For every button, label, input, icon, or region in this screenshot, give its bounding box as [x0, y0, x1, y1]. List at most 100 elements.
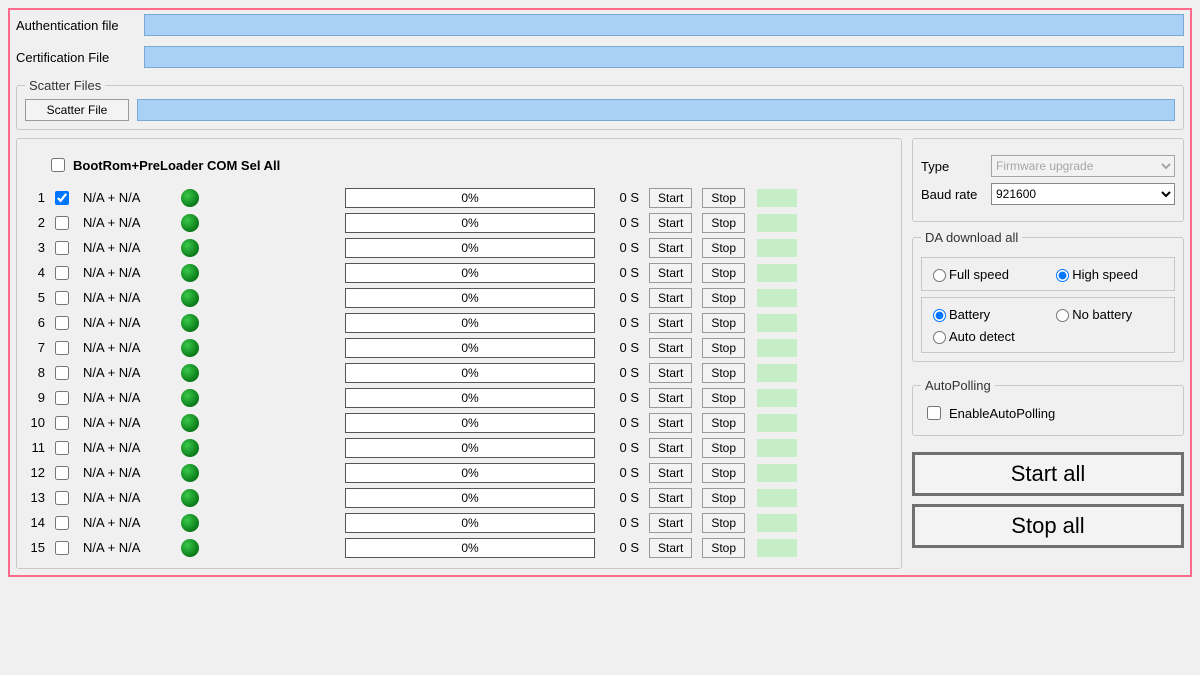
status-box [757, 189, 797, 207]
port-index: 8 [25, 365, 45, 380]
auto-detect-radio[interactable]: Auto detect [928, 328, 1168, 344]
select-all-label: BootRom+PreLoader COM Sel All [73, 158, 280, 173]
scatter-legend: Scatter Files [25, 78, 105, 93]
port-label: N/A + N/A [83, 340, 171, 355]
stop-button[interactable]: Stop [702, 438, 745, 458]
port-row: 1N/A + N/A0%0 SStartStop [25, 185, 893, 210]
port-row: 6N/A + N/A0%0 SStartStop [25, 310, 893, 335]
no-battery-radio[interactable]: No battery [1051, 306, 1166, 322]
port-checkbox[interactable] [55, 291, 69, 305]
stop-button[interactable]: Stop [702, 188, 745, 208]
stop-button[interactable]: Stop [702, 213, 745, 233]
stop-button[interactable]: Stop [702, 238, 745, 258]
high-speed-radio[interactable]: High speed [1051, 266, 1166, 282]
status-box [757, 214, 797, 232]
start-button[interactable]: Start [649, 238, 692, 258]
stop-button[interactable]: Stop [702, 388, 745, 408]
autopolling-legend: AutoPolling [921, 378, 995, 393]
port-checkbox[interactable] [55, 266, 69, 280]
port-checkbox[interactable] [55, 516, 69, 530]
start-button[interactable]: Start [649, 413, 692, 433]
elapsed-time: 0 S [609, 515, 639, 530]
progress-bar: 0% [345, 188, 595, 208]
start-button[interactable]: Start [649, 488, 692, 508]
stop-button[interactable]: Stop [702, 488, 745, 508]
port-label: N/A + N/A [83, 515, 171, 530]
full-speed-radio[interactable]: Full speed [928, 266, 1043, 282]
stop-button[interactable]: Stop [702, 263, 745, 283]
baud-select[interactable]: 921600 [991, 183, 1175, 205]
scatter-file-input[interactable] [137, 99, 1175, 121]
port-checkbox[interactable] [55, 541, 69, 555]
stop-button[interactable]: Stop [702, 313, 745, 333]
stop-button[interactable]: Stop [702, 288, 745, 308]
start-button[interactable]: Start [649, 388, 692, 408]
port-checkbox[interactable] [55, 216, 69, 230]
enable-autopolling-checkbox[interactable]: EnableAutoPolling [921, 399, 1175, 427]
port-label: N/A + N/A [83, 290, 171, 305]
port-checkbox[interactable] [55, 416, 69, 430]
status-box [757, 264, 797, 282]
elapsed-time: 0 S [609, 290, 639, 305]
port-checkbox[interactable] [55, 491, 69, 505]
start-button[interactable]: Start [649, 338, 692, 358]
battery-radio[interactable]: Battery [928, 306, 1043, 322]
start-button[interactable]: Start [649, 463, 692, 483]
type-select[interactable]: Firmware upgrade [991, 155, 1175, 177]
elapsed-time: 0 S [609, 315, 639, 330]
start-button[interactable]: Start [649, 288, 692, 308]
stop-button[interactable]: Stop [702, 513, 745, 533]
start-all-button[interactable]: Start all [912, 452, 1184, 496]
baud-label: Baud rate [921, 187, 985, 202]
ports-panel: BootRom+PreLoader COM Sel All 1N/A + N/A… [16, 138, 902, 569]
progress-bar: 0% [345, 338, 595, 358]
progress-bar: 0% [345, 513, 595, 533]
select-all-checkbox[interactable] [51, 158, 65, 172]
port-row: 14N/A + N/A0%0 SStartStop [25, 510, 893, 535]
start-button[interactable]: Start [649, 438, 692, 458]
port-checkbox[interactable] [55, 191, 69, 205]
status-dot-icon [181, 239, 199, 257]
port-label: N/A + N/A [83, 190, 171, 205]
port-row: 4N/A + N/A0%0 SStartStop [25, 260, 893, 285]
status-box [757, 339, 797, 357]
port-label: N/A + N/A [83, 365, 171, 380]
start-button[interactable]: Start [649, 213, 692, 233]
start-button[interactable]: Start [649, 188, 692, 208]
port-checkbox[interactable] [55, 316, 69, 330]
port-index: 11 [25, 440, 45, 455]
progress-bar: 0% [345, 388, 595, 408]
start-button[interactable]: Start [649, 263, 692, 283]
port-index: 7 [25, 340, 45, 355]
port-checkbox[interactable] [55, 391, 69, 405]
status-dot-icon [181, 464, 199, 482]
stop-button[interactable]: Stop [702, 363, 745, 383]
stop-button[interactable]: Stop [702, 413, 745, 433]
start-button[interactable]: Start [649, 513, 692, 533]
port-checkbox[interactable] [55, 466, 69, 480]
status-box [757, 414, 797, 432]
stop-button[interactable]: Stop [702, 538, 745, 558]
scatter-group: Scatter Files Scatter File [16, 78, 1184, 130]
auth-file-input[interactable] [144, 14, 1184, 36]
port-checkbox[interactable] [55, 366, 69, 380]
port-checkbox[interactable] [55, 341, 69, 355]
progress-bar: 0% [345, 363, 595, 383]
port-index: 13 [25, 490, 45, 505]
scatter-file-button[interactable]: Scatter File [25, 99, 129, 121]
port-label: N/A + N/A [83, 215, 171, 230]
port-label: N/A + N/A [83, 240, 171, 255]
start-button[interactable]: Start [649, 363, 692, 383]
port-row: 11N/A + N/A0%0 SStartStop [25, 435, 893, 460]
port-checkbox[interactable] [55, 441, 69, 455]
start-button[interactable]: Start [649, 313, 692, 333]
port-checkbox[interactable] [55, 241, 69, 255]
cert-file-input[interactable] [144, 46, 1184, 68]
progress-bar: 0% [345, 263, 595, 283]
stop-button[interactable]: Stop [702, 463, 745, 483]
status-dot-icon [181, 289, 199, 307]
status-dot-icon [181, 514, 199, 532]
stop-all-button[interactable]: Stop all [912, 504, 1184, 548]
start-button[interactable]: Start [649, 538, 692, 558]
stop-button[interactable]: Stop [702, 338, 745, 358]
